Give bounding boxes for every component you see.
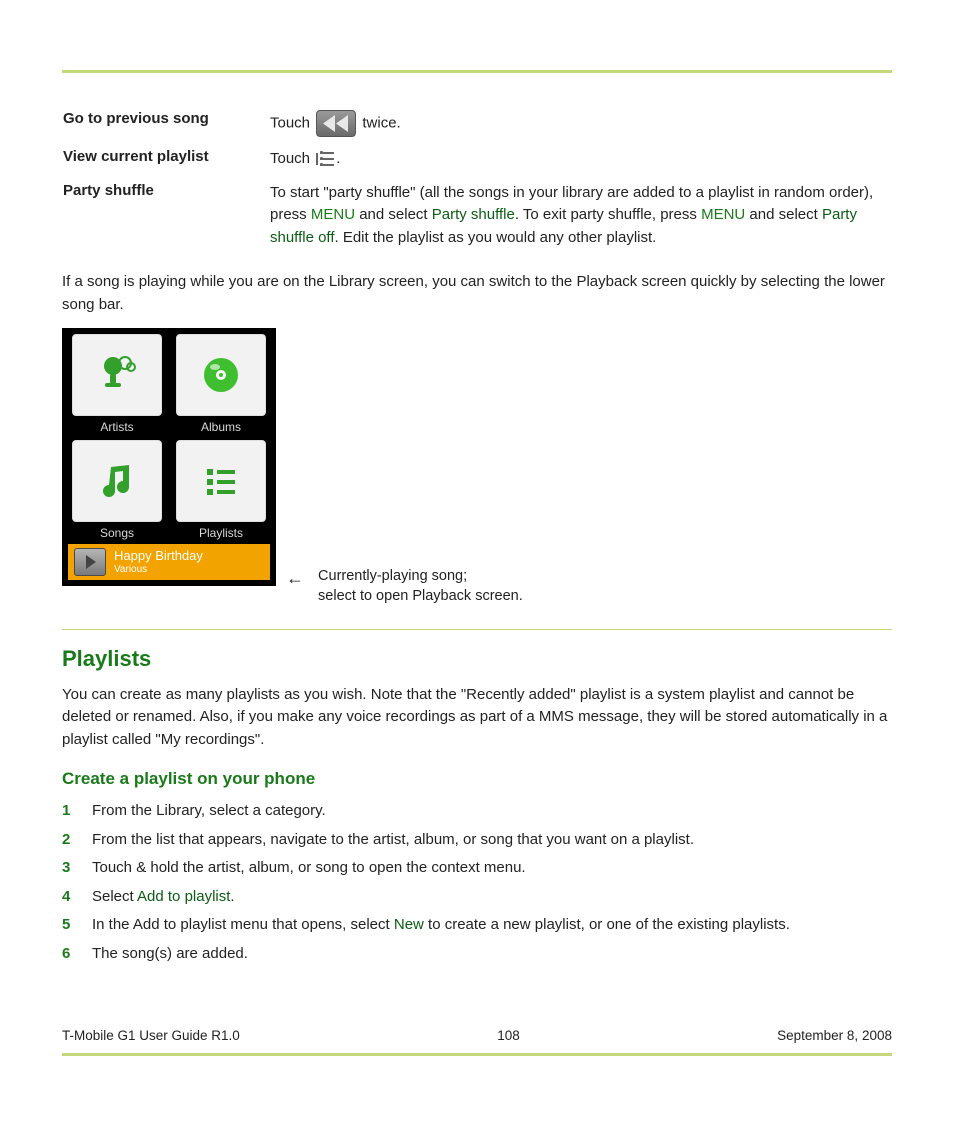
desc-previous-song: Touch twice.: [269, 109, 892, 147]
desc-party-shuffle: To start "party shuffle" (all the songs …: [269, 181, 892, 260]
rewind-icon: [316, 110, 356, 137]
step-number: 6: [62, 943, 76, 966]
step-number: 2: [62, 829, 76, 852]
term-view-playlist: View current playlist: [62, 147, 269, 181]
playlists-label: Playlists: [199, 526, 243, 540]
now-playing-artist: Various: [114, 564, 203, 575]
step-item: 5 In the Add to playlist menu that opens,…: [62, 911, 892, 940]
now-playing-callout: ← Currently-playing song; select to open…: [286, 566, 523, 607]
create-playlist-heading: Create a playlist on your phone: [62, 769, 892, 789]
section-rule: [62, 629, 892, 630]
artists-tile: [72, 334, 162, 416]
footer-left: T-Mobile G1 User Guide R1.0: [62, 1028, 240, 1043]
albums-tile: [176, 334, 266, 416]
step-text: Select Add to playlist.: [92, 886, 235, 909]
arrow-left-icon: ←: [286, 566, 314, 591]
playlist-icon: [316, 151, 334, 167]
step-item: 3 Touch & hold the artist, album, or song…: [62, 854, 892, 883]
now-playing-title: Happy Birthday: [114, 549, 203, 563]
playlists-tile: [176, 440, 266, 522]
footer-page-number: 108: [497, 1028, 520, 1043]
microphone-icon: [95, 353, 139, 397]
now-playing-bar: Happy Birthday Various: [68, 544, 270, 580]
step-number: 3: [62, 857, 76, 880]
step-text: In the Add to playlist menu that opens, …: [92, 914, 790, 937]
bridge-paragraph: If a song is playing while you are on th…: [62, 271, 892, 316]
music-note-icon: [95, 459, 139, 503]
step-item: 6 The song(s) are added.: [62, 940, 892, 969]
step-text: Touch & hold the artist, album, or song …: [92, 857, 526, 880]
playlist-large-icon: [199, 459, 243, 503]
bottom-rule: [62, 1053, 892, 1056]
controls-definition-table: Go to previous song Touch twice. View cu…: [62, 109, 892, 259]
term-party-shuffle: Party shuffle: [62, 181, 269, 260]
top-rule: [62, 70, 892, 73]
step-text: From the list that appears, navigate to …: [92, 829, 694, 852]
step-item: 1 From the Library, select a category.: [62, 797, 892, 826]
menu-key: MENU: [311, 206, 355, 223]
step-item: 2 From the list that appears, navigate to…: [62, 826, 892, 855]
desc-view-playlist: Touch .: [269, 147, 892, 181]
step-number: 4: [62, 886, 76, 909]
footer-date: September 8, 2008: [777, 1028, 892, 1043]
term-previous-song: Go to previous song: [62, 109, 269, 147]
artists-label: Artists: [100, 420, 133, 434]
songs-label: Songs: [100, 526, 134, 540]
step-number: 1: [62, 800, 76, 823]
inline-link: New: [394, 916, 424, 933]
albums-label: Albums: [201, 420, 241, 434]
songs-tile: [72, 440, 162, 522]
menu-key: MENU: [701, 206, 745, 223]
playlists-heading: Playlists: [62, 646, 892, 672]
disc-icon: [199, 353, 243, 397]
library-screenshot: Artists Albums: [62, 328, 276, 586]
page-footer: T-Mobile G1 User Guide R1.0 108 Septembe…: [62, 1028, 892, 1043]
step-number: 5: [62, 914, 76, 937]
create-playlist-steps: 1 From the Library, select a category. 2 Fr…: [62, 797, 892, 968]
inline-link: Add to playlist: [137, 888, 230, 905]
playlists-intro: You can create as many playlists as you …: [62, 684, 892, 752]
party-shuffle-link: Party shuffle: [432, 206, 515, 223]
step-text: From the Library, select a category.: [92, 800, 326, 823]
play-icon: [74, 548, 106, 576]
step-item: 4 Select Add to playlist.: [62, 883, 892, 912]
step-text: The song(s) are added.: [92, 943, 248, 966]
